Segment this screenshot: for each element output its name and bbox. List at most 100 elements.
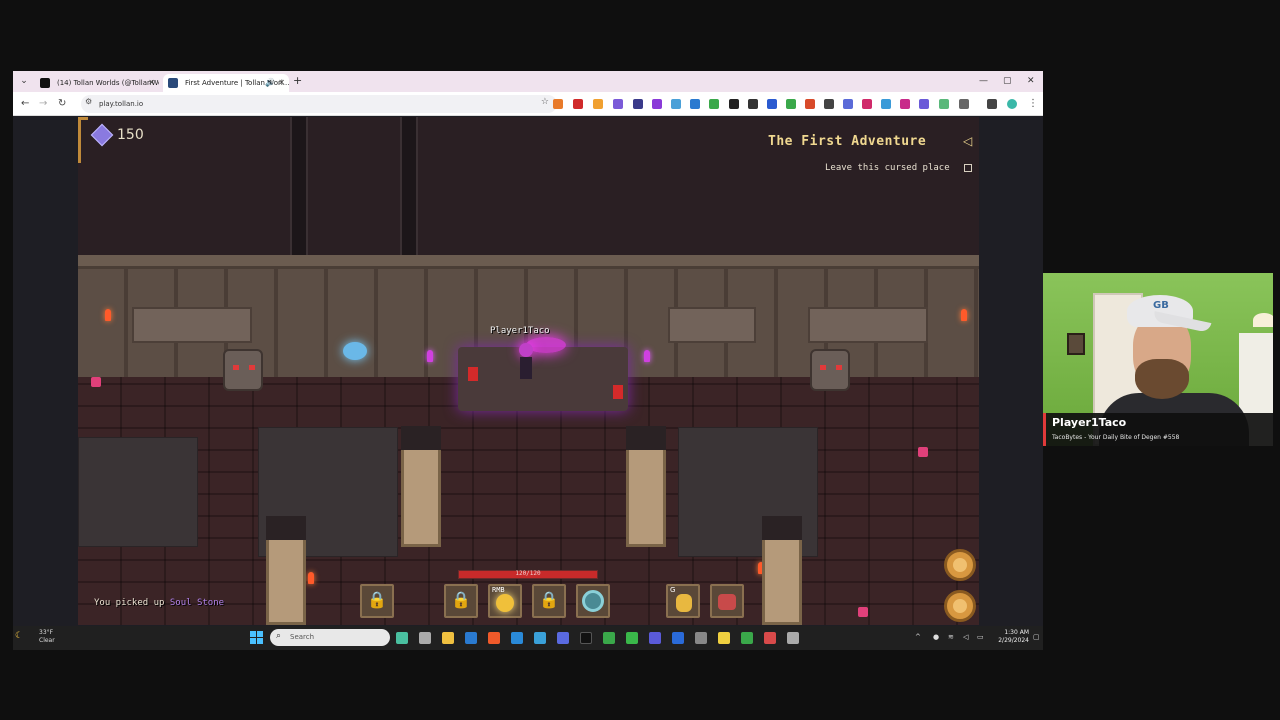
start-button[interactable] — [250, 631, 263, 644]
extension-icon[interactable] — [748, 99, 758, 109]
blue-orb-shrine[interactable] — [343, 342, 367, 360]
clock[interactable]: 1:30 AM 2/29/2024 — [993, 629, 1029, 645]
skill-slot-locked[interactable]: 🔒 — [360, 584, 394, 618]
cap-logo: GB — [1153, 300, 1169, 311]
taskbar-search[interactable]: ⌕ Search — [270, 629, 390, 646]
app-icon[interactable] — [764, 632, 776, 644]
whatsapp-icon[interactable] — [626, 632, 638, 644]
game-canvas[interactable]: Player1Taco 150 The First Adventure ◁ Le… — [78, 117, 979, 625]
extension-icon[interactable] — [613, 99, 623, 109]
cursed-altar[interactable] — [458, 347, 628, 411]
player-character[interactable] — [515, 343, 537, 383]
wall-mural — [668, 307, 756, 343]
extension-icon[interactable] — [593, 99, 603, 109]
telegram-icon[interactable] — [534, 632, 546, 644]
extension-icon[interactable] — [709, 99, 719, 109]
metamask-extension-icon[interactable] — [553, 99, 563, 109]
extension-icon[interactable] — [671, 99, 681, 109]
skill-slot-locked[interactable]: 🔒 — [532, 584, 566, 618]
volume-icon[interactable]: ◁ — [963, 633, 968, 641]
extension-icon[interactable] — [690, 99, 700, 109]
side-panel-icon[interactable] — [987, 99, 997, 109]
weather-widget[interactable]: 33°F Clear — [39, 629, 55, 645]
tiktok-icon[interactable] — [580, 632, 592, 644]
tab-search-icon[interactable]: ⌄ — [17, 74, 31, 88]
windows-taskbar: ☾ 33°F Clear ⌕ Search ^ ● ≋ ◁ ▭ 1:30 AM … — [13, 626, 1043, 650]
extension-icon[interactable] — [843, 99, 853, 109]
settings-button[interactable] — [944, 590, 976, 622]
close-icon[interactable]: ✕ — [278, 74, 285, 92]
mic-icon[interactable]: ● — [933, 633, 939, 641]
inventory-button[interactable] — [944, 549, 976, 581]
wifi-icon[interactable]: ≋ — [948, 633, 954, 641]
close-icon[interactable]: ✕ — [148, 74, 155, 92]
app-icon[interactable] — [787, 632, 799, 644]
quest-title: The First Adventure — [768, 134, 927, 149]
wall-torch — [105, 309, 111, 321]
extension-icon[interactable] — [824, 99, 834, 109]
notification-icon[interactable]: ▢ — [1033, 633, 1040, 641]
file-explorer-icon[interactable] — [442, 632, 454, 644]
profile-avatar[interactable] — [1007, 99, 1017, 109]
keybind-label: RMB — [492, 586, 505, 594]
dark-pillar — [290, 117, 308, 257]
extension-icon[interactable] — [939, 99, 949, 109]
app-icon[interactable] — [695, 632, 707, 644]
extension-icon[interactable] — [881, 99, 891, 109]
extension-icon[interactable] — [805, 99, 815, 109]
sticky-notes-icon[interactable] — [718, 632, 730, 644]
lock-icon: 🔒 — [539, 590, 559, 609]
streamer-beard — [1135, 359, 1189, 399]
extension-icon[interactable] — [633, 99, 643, 109]
consumable-slot-meat[interactable] — [710, 584, 744, 618]
weather-condition: Clear — [39, 637, 55, 644]
extension-icon[interactable] — [786, 99, 796, 109]
gem-count: 150 — [117, 127, 144, 143]
stone-column — [626, 426, 666, 547]
tray-chevron-icon[interactable]: ^ — [915, 633, 921, 641]
outlook-icon[interactable] — [465, 632, 477, 644]
vscode-icon[interactable] — [511, 632, 523, 644]
tab-first-adventure[interactable]: First Adventure | Tollan Worl... 🔊 ✕ — [163, 74, 289, 92]
battery-icon[interactable]: ▭ — [977, 633, 984, 641]
extension-icon[interactable] — [862, 99, 872, 109]
app-icon[interactable] — [741, 632, 753, 644]
bookmark-star-icon[interactable]: ☆ — [541, 97, 549, 107]
brave-icon[interactable] — [488, 632, 500, 644]
copilot-icon[interactable] — [396, 632, 408, 644]
dark-pillar — [400, 117, 418, 257]
skill-slot-swirl[interactable] — [576, 584, 610, 618]
reload-icon[interactable]: ↻ — [58, 97, 66, 111]
speaker-icon[interactable]: 🔊 — [265, 74, 275, 92]
extension-icon[interactable] — [900, 99, 910, 109]
quest-collapse-icon[interactable]: ◁ — [963, 134, 972, 148]
skill-slot-locked[interactable]: 🔒 — [444, 584, 478, 618]
chrome-icon[interactable] — [603, 632, 615, 644]
back-icon[interactable]: ← — [21, 97, 29, 111]
extension-icon[interactable] — [729, 99, 739, 109]
red-imp[interactable] — [613, 385, 623, 399]
extension-icon[interactable] — [767, 99, 777, 109]
teams-icon[interactable] — [649, 632, 661, 644]
window-close-icon[interactable]: ✕ — [1027, 74, 1035, 88]
discord-icon[interactable] — [557, 632, 569, 644]
wall-picture — [1067, 333, 1085, 355]
skill-slot-fireball[interactable]: RMB — [488, 584, 522, 618]
maximize-icon[interactable]: ▢ — [1003, 74, 1012, 88]
forward-icon[interactable]: → — [39, 97, 47, 111]
extension-icon[interactable] — [919, 99, 929, 109]
minimize-icon[interactable]: — — [979, 74, 988, 88]
task-view-icon[interactable] — [419, 632, 431, 644]
address-bar[interactable]: ⚙ play.tollan.io ☆ — [81, 95, 557, 113]
extension-icon[interactable] — [652, 99, 662, 109]
acrobat-extension-icon[interactable] — [573, 99, 583, 109]
tab-tollan-worlds-x[interactable]: (14) Tollan Worlds (@TollanWo... ✕ — [35, 74, 159, 92]
zoom-icon[interactable] — [672, 632, 684, 644]
consumable-slot-potion[interactable]: G — [666, 584, 700, 618]
site-info-icon[interactable]: ⚙ — [85, 97, 92, 106]
red-imp[interactable] — [468, 367, 478, 381]
menu-kebab-icon[interactable]: ⋮ — [1028, 97, 1038, 111]
new-tab-button[interactable]: + — [293, 74, 302, 88]
purple-torch — [427, 350, 433, 362]
extensions-puzzle-icon[interactable] — [959, 99, 969, 109]
